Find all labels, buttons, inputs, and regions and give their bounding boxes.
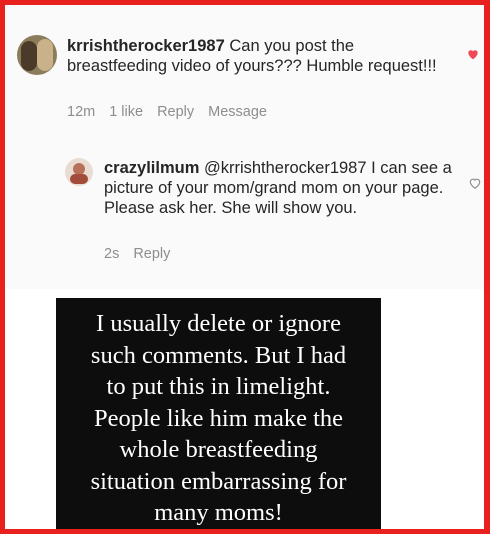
reply-button[interactable]: Reply <box>133 246 170 262</box>
heart-filled-icon[interactable] <box>466 47 480 61</box>
avatar[interactable] <box>17 35 57 75</box>
comment-meta: 2s Reply <box>104 246 170 262</box>
message-button[interactable]: Message <box>208 104 267 120</box>
comment-text: krrishtherocker1987 Can you post the bre… <box>67 36 457 76</box>
quote-card: I usually delete or ignore such comments… <box>56 298 381 529</box>
comment-time: 12m <box>67 104 96 120</box>
comment-username[interactable]: crazylilmum <box>104 159 199 177</box>
comment-username[interactable]: krrishtherocker1987 <box>67 37 225 55</box>
likes-count[interactable]: 1 like <box>109 104 143 120</box>
comment-meta: 12m 1 like Reply Message <box>67 104 267 120</box>
comment-text: crazylilmum @krrishtherocker1987 I can s… <box>104 158 454 218</box>
reply-button[interactable]: Reply <box>157 104 194 120</box>
screenshot-frame: krrishtherocker1987 Can you post the bre… <box>5 5 484 529</box>
comment-time: 2s <box>104 246 120 262</box>
quote-text: I usually delete or ignore such comments… <box>90 310 347 526</box>
comments-section: krrishtherocker1987 Can you post the bre… <box>5 5 484 289</box>
heart-outline-icon[interactable] <box>468 176 482 190</box>
avatar[interactable] <box>65 158 93 186</box>
